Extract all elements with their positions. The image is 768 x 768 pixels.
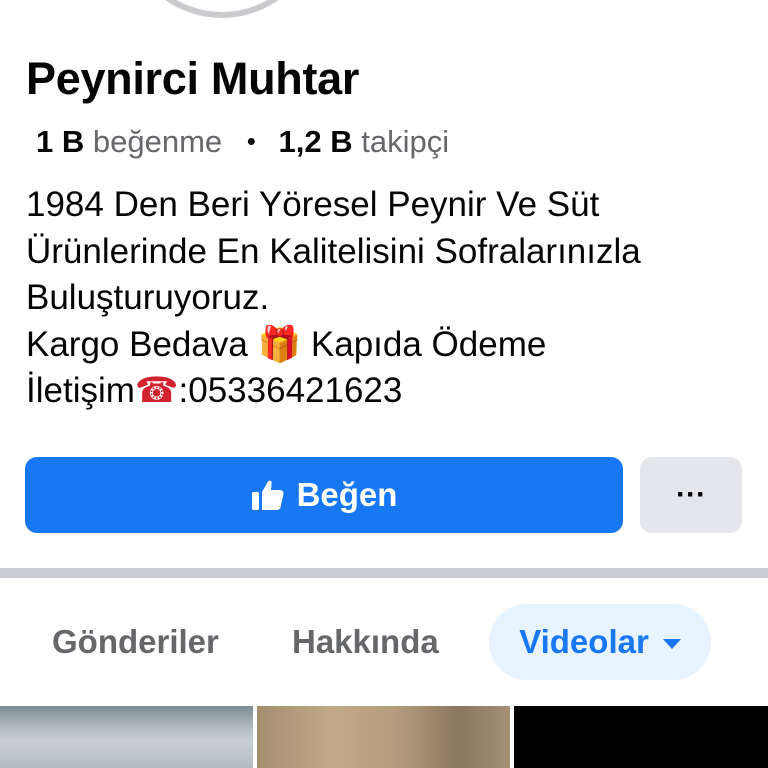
like-page-button[interactable]: Beğen [25, 457, 623, 533]
likes-count: 1 B [36, 124, 85, 159]
page-title: Peynirci Muhtar [26, 53, 360, 104]
tab-videos[interactable]: Videolar [489, 604, 711, 680]
video-thumbnail[interactable] [514, 706, 768, 768]
tab-posts[interactable]: Gönderiler [52, 600, 219, 684]
thumbs-up-icon [251, 480, 284, 510]
video-thumbnail[interactable] [257, 706, 510, 768]
section-divider [0, 568, 768, 578]
bio-text: Kargo Bedava [26, 324, 258, 364]
bio-line: Ürünlerinde En Kalitelisini Sofralarınız… [26, 231, 641, 271]
bio-line: İletişim☎:05336421623 [26, 368, 746, 415]
telephone-icon: ☎ [134, 371, 179, 411]
gift-icon: 🎁 [257, 324, 302, 365]
bio-line: 1984 Den Beri Yöresel Peynir Ve Süt [26, 185, 600, 224]
page-tabs: Gönderiler Hakkında Videolar [0, 600, 768, 684]
video-thumbnail[interactable] [0, 706, 253, 768]
bio-text: Kapıda Ödeme [301, 324, 547, 364]
bio-line: Kargo Bedava 🎁 Kapıda Ödeme [26, 322, 746, 369]
like-button-label: Beğen [296, 476, 398, 513]
caret-down-icon [662, 639, 681, 649]
followers-label: takipçi [361, 124, 450, 159]
tab-label: Videolar [519, 623, 649, 660]
page-stats: 1 B beğenme • 1,2 B takipçi [36, 120, 449, 165]
likes-label: beğenme [92, 124, 223, 159]
profile-avatar[interactable] [124, 0, 320, 18]
more-icon: ··· [676, 478, 706, 511]
followers-count: 1,2 B [278, 124, 353, 159]
stats-separator: • [246, 126, 256, 156]
tab-label: Hakkında [292, 623, 439, 660]
more-options-button[interactable]: ··· [640, 457, 742, 533]
page-bio: 1984 Den Beri Yöresel Peynir Ve Süt Ürün… [26, 182, 746, 415]
tab-label: Gönderiler [52, 623, 219, 660]
bio-text: İletişim [26, 371, 135, 410]
bio-line: Buluşturuyoruz. [26, 278, 270, 317]
tab-about[interactable]: Hakkında [292, 600, 439, 684]
phone-number[interactable]: :05336421623 [179, 371, 403, 410]
